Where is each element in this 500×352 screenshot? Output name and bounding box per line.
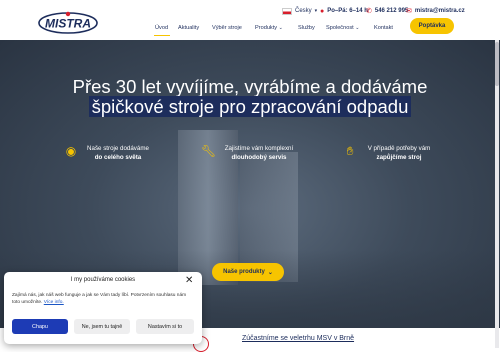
globe-icon: ◉ <box>65 144 77 158</box>
chevron-down-icon: ▾ <box>314 8 318 14</box>
phone-icon: ✆ <box>366 8 372 15</box>
email-label: mistra@mistra.cz <box>414 8 465 14</box>
nav-item-spolecnost[interactable]: Společnost ⌄ <box>326 25 359 31</box>
cta-label: Naše produkty <box>223 269 265 275</box>
cookie-text: Zajímá nás, jak náš web funguje a jak se… <box>12 293 187 305</box>
active-nav-underline <box>154 35 170 36</box>
flag-cz-icon <box>282 7 292 15</box>
mistra-logo[interactable]: MISTRA <box>38 10 98 34</box>
reject-cookies-button[interactable]: Ne, jsem tu tajně <box>74 319 130 334</box>
logo-text: MISTRA <box>45 17 91 31</box>
feature-text-bold: do celého světa <box>94 154 142 161</box>
email-link[interactable]: ✉ mistra@mistra.cz <box>406 6 465 16</box>
wrench-icon: 🔧︎ <box>201 144 217 158</box>
nav-item-vyber-stroje[interactable]: Výběr stroje <box>212 25 242 31</box>
scrollbar-thumb[interactable] <box>495 42 499 86</box>
nav-item-aktuality[interactable]: Aktuality <box>178 25 199 31</box>
feature-text: Naše stroje dodáváme <box>87 145 149 152</box>
feature-text-bold: zapůjčíme stroj <box>376 154 422 161</box>
nav-item-kontakt[interactable]: Kontakt <box>374 25 393 31</box>
cookie-dialog: I my používáme cookies ✕ Zajímá nás, jak… <box>4 272 202 344</box>
hero-headline-highlight: špičkové stroje pro zpracování odpadu <box>88 96 412 117</box>
cookie-title: I my používáme cookies <box>70 277 136 283</box>
hero-headline-line1: Přes 30 let vyvíjíme, vyrábíme a dodávám… <box>72 76 428 97</box>
feature-text: V případě potřeby vám <box>367 145 431 152</box>
language-label: Česky <box>295 8 312 14</box>
clock-icon: ● <box>320 7 325 15</box>
nav-label: Společnost <box>326 25 354 31</box>
hero-headline-line2: špičkové stroje pro zpracování odpadu <box>0 96 500 118</box>
chevron-down-icon: ⌄ <box>355 25 360 31</box>
feature-text-bold: dlouhodobý servis <box>231 154 287 161</box>
close-icon[interactable]: ✕ <box>185 276 193 286</box>
cookie-settings-button[interactable]: Nastavím si to <box>136 319 194 334</box>
nav-item-uvod[interactable]: Úvod <box>155 25 168 31</box>
hours-label: Po–Pá: 6–14 h <box>327 8 368 14</box>
products-cta-button[interactable]: Naše produkty ⌄ <box>212 263 284 281</box>
phone-label: 546 212 995 <box>374 8 409 14</box>
handshake-icon: ✋︎ <box>346 144 354 158</box>
accept-cookies-button[interactable]: Chapu <box>12 319 68 334</box>
mail-icon: ✉ <box>406 8 412 15</box>
news-link[interactable]: Zúčastníme se veletrhu MSV v Brně <box>242 335 354 342</box>
feature-rental: ✋︎ V případě potřeby vám zapůjčíme stroj <box>347 144 437 162</box>
feature-service: 🔧︎ Zajistíme vám komplexní dlouhodobý se… <box>201 144 302 162</box>
nav-item-produkty[interactable]: Produkty ⌄ <box>255 25 283 31</box>
feature-text: Zajistíme vám komplexní <box>224 145 294 152</box>
scrollbar[interactable] <box>495 40 499 348</box>
feature-worldwide: ◉ Naše stroje dodáváme do celého světa <box>66 144 158 162</box>
phone-link[interactable]: ✆ 546 212 995 <box>366 6 408 16</box>
top-bar: MISTRA Česky ▾ ● Po–Pá: 6–14 h ✆ 546 212… <box>0 0 500 40</box>
cookie-description: Zajímá nás, jak náš web funguje a jak se… <box>12 292 192 306</box>
opening-hours: ● Po–Pá: 6–14 h <box>320 6 368 16</box>
language-selector[interactable]: Česky ▾ <box>282 6 317 16</box>
nav-label: Produkty <box>255 25 278 31</box>
chevron-down-icon: ⌄ <box>267 269 273 276</box>
chevron-down-icon: ⌄ <box>278 25 283 31</box>
poptavka-button[interactable]: Poptávka <box>410 18 454 34</box>
cookie-more-info-link[interactable]: Více info. <box>44 300 64 305</box>
nav-item-sluzby[interactable]: Služby <box>298 25 315 31</box>
